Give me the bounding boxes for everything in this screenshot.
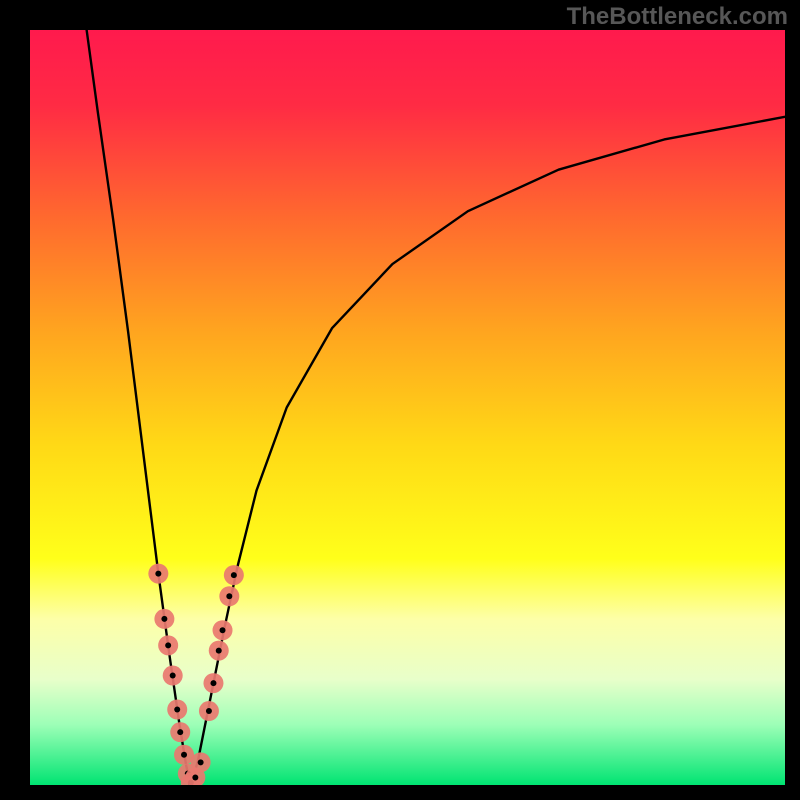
chart-svg <box>30 30 785 785</box>
marker-point <box>163 666 183 686</box>
marker-point <box>203 673 223 693</box>
marker-point <box>213 620 233 640</box>
gradient-background <box>30 30 785 785</box>
marker-point <box>170 722 190 742</box>
chart-frame: TheBottleneck.com <box>0 0 800 800</box>
marker-point <box>148 564 168 584</box>
marker-point <box>167 700 187 720</box>
watermark-text: TheBottleneck.com <box>567 3 788 31</box>
marker-point <box>191 752 211 772</box>
marker-point <box>209 641 229 661</box>
marker-point <box>224 565 244 585</box>
marker-point <box>199 701 219 721</box>
plot-area <box>30 30 785 785</box>
marker-point <box>154 609 174 629</box>
marker-point <box>219 586 239 606</box>
marker-point <box>158 635 178 655</box>
